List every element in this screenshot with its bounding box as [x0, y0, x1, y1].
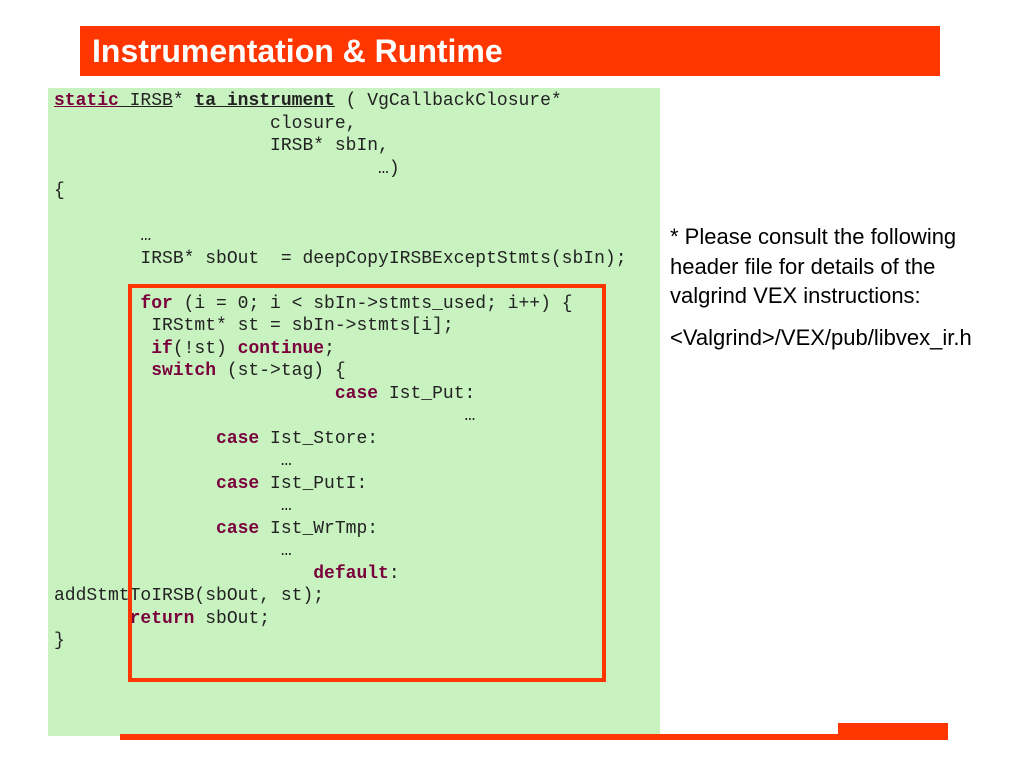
return-rest: sbOut; [194, 609, 270, 629]
kw-static: static [54, 91, 119, 111]
kw-default: default [313, 564, 389, 584]
kw-continue: continue [238, 339, 324, 359]
note-path: <Valgrind>/VEX/pub/libvex_ir.h [670, 323, 1006, 353]
slide: Instrumentation & Runtime static IRSB* t… [0, 0, 1024, 768]
txt-irsb: IRSB [119, 91, 173, 111]
dots2: … [281, 451, 292, 471]
dots3: … [281, 496, 292, 516]
code-block: static IRSB* ta_instrument ( VgCallbackC… [48, 88, 660, 736]
for-rest: (i = 0; i < sbIn->stmts_used; i++) { [173, 294, 573, 314]
semi1: ; [324, 339, 335, 359]
kw-case1: case [335, 384, 378, 404]
addstmt-line: addStmtToIRSB(sbOut, st); [54, 586, 324, 606]
kw-for: for [140, 294, 172, 314]
sig-params1: ( VgCallbackClosure* [335, 91, 562, 111]
sig-params2: closure, [54, 114, 356, 134]
case2-rest: Ist_Store: [259, 429, 378, 449]
close-brace: } [54, 631, 65, 651]
kw-case4: case [216, 519, 259, 539]
kw-switch: switch [151, 361, 216, 381]
slide-title: Instrumentation & Runtime [80, 26, 940, 76]
if-mid: (!st) [173, 339, 238, 359]
case4-rest: Ist_WrTmp: [259, 519, 378, 539]
side-note: * Please consult the following header fi… [670, 222, 1006, 353]
switch-rest: (st->tag) { [216, 361, 346, 381]
fn-name: ta_instrument [194, 91, 334, 111]
kw-case3: case [216, 474, 259, 494]
dots4: … [281, 541, 292, 561]
kw-return: return [130, 609, 195, 629]
case3-rest: Ist_PutI: [259, 474, 367, 494]
body-deepcopy: IRSB* sbOut = deepCopyIRSBExceptStmts(sb… [54, 249, 627, 269]
body-dots: … [54, 226, 151, 246]
kw-case2: case [216, 429, 259, 449]
default-rest: : [389, 564, 400, 584]
dots1: … [464, 406, 475, 426]
sig-params4: …) [54, 159, 400, 179]
footer-accent [838, 723, 948, 740]
stmt-decl: IRStmt* st = sbIn->stmts[i]; [54, 316, 454, 336]
txt-star: * [173, 91, 195, 111]
open-brace: { [54, 181, 65, 201]
case1-rest: Ist_Put: [378, 384, 475, 404]
footer-bar [120, 734, 840, 740]
sig-params3: IRSB* sbIn, [54, 136, 389, 156]
kw-if: if [151, 339, 173, 359]
note-text: * Please consult the following header fi… [670, 224, 956, 308]
